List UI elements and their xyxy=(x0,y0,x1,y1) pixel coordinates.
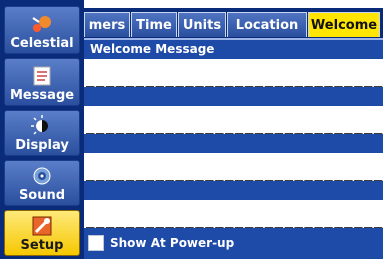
sidebar: Celestial Message Display Sound Setup xyxy=(0,0,84,259)
message-icon xyxy=(30,65,54,87)
display-icon xyxy=(30,115,54,137)
welcome-message-line-1[interactable]: ________________________________ xyxy=(84,59,383,87)
sidebar-item-label: Message xyxy=(9,88,75,103)
sidebar-item-display[interactable]: Display xyxy=(4,110,80,156)
show-at-powerup-checkbox[interactable] xyxy=(88,235,104,251)
tab-bar: mers Time Units Location Welcome xyxy=(84,8,383,38)
celestial-icon xyxy=(30,13,54,35)
app-window: Celestial Message Display Sound Setup me… xyxy=(0,0,383,259)
tab-welcome[interactable]: Welcome xyxy=(308,12,380,37)
sidebar-item-label: Celestial xyxy=(10,36,74,51)
sidebar-item-setup[interactable]: Setup xyxy=(4,210,80,256)
welcome-message-line-4[interactable]: ________________________________ xyxy=(84,200,383,228)
tab-location[interactable]: Location xyxy=(227,12,307,37)
tab-label: Units xyxy=(182,17,222,33)
panel-title: Welcome Message xyxy=(90,42,215,56)
sidebar-item-celestial[interactable]: Celestial xyxy=(4,6,80,54)
welcome-message-line-2[interactable]: ________________________________ xyxy=(84,106,383,134)
tab-units[interactable]: Units xyxy=(178,12,226,37)
tab-label: Time xyxy=(136,17,172,33)
sidebar-item-label: Display xyxy=(15,138,69,153)
setup-icon xyxy=(30,215,54,237)
sound-icon xyxy=(30,165,54,187)
tab-label: Welcome xyxy=(308,17,380,33)
sidebar-item-label: Setup xyxy=(20,238,64,253)
tab-time[interactable]: Time xyxy=(131,12,177,37)
tab-label: Location xyxy=(235,17,299,33)
sidebar-item-label: Sound xyxy=(18,188,66,203)
tab-label: mers xyxy=(88,17,126,33)
sidebar-item-message[interactable]: Message xyxy=(4,58,80,106)
show-at-powerup-label: Show At Power-up xyxy=(110,236,235,250)
sidebar-item-sound[interactable]: Sound xyxy=(4,160,80,206)
tab-timers[interactable]: mers xyxy=(84,12,130,37)
welcome-panel: Welcome Message ________________________… xyxy=(84,38,383,259)
show-at-powerup-row[interactable]: Show At Power-up xyxy=(88,235,234,251)
welcome-message-line-3[interactable]: ________________________________ xyxy=(84,153,383,181)
